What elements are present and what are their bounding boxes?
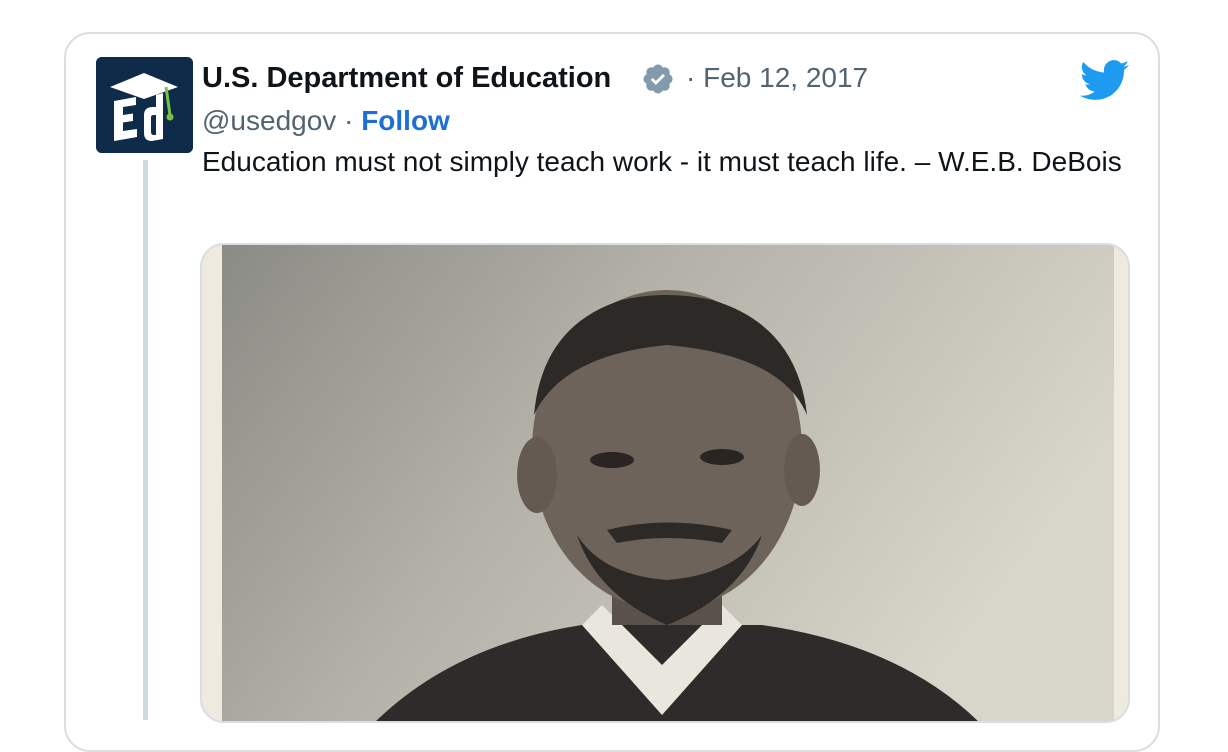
handle-row: @usedgov · Follow: [202, 102, 450, 140]
follow-link[interactable]: Follow: [361, 105, 450, 136]
separator-dot: ·: [344, 105, 354, 136]
ed-logo-icon: [96, 57, 193, 153]
verified-badge-icon: [643, 64, 673, 94]
tweet-media[interactable]: [200, 243, 1130, 723]
portrait-photo: [222, 245, 1114, 721]
avatar[interactable]: [96, 57, 193, 153]
tweet-date-row[interactable]: · Feb 12, 2017: [686, 58, 868, 98]
thread-line: [143, 160, 148, 720]
tweet-date[interactable]: Feb 12, 2017: [703, 62, 868, 93]
separator-dot: ·: [686, 62, 696, 93]
author-name[interactable]: U.S. Department of Education: [202, 58, 611, 98]
handle[interactable]: @usedgov: [202, 105, 336, 136]
tweet-text: Education must not simply teach work - i…: [202, 146, 1122, 177]
twitter-bird-icon[interactable]: [1080, 60, 1130, 102]
